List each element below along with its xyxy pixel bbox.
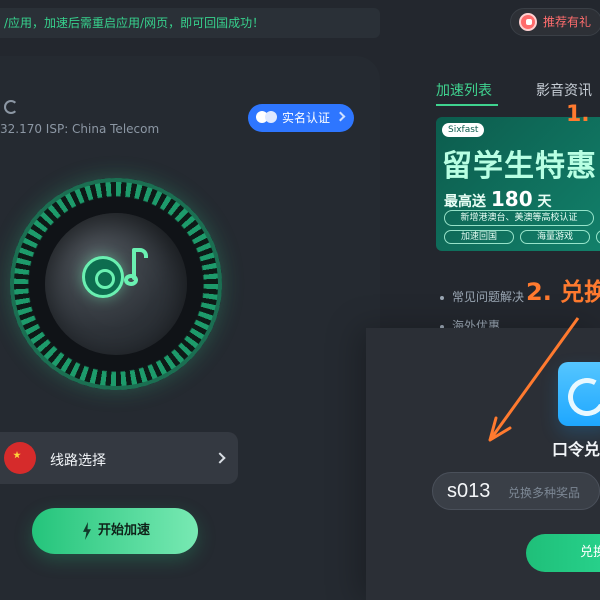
instruction-arrow — [488, 317, 580, 442]
bullet-icon — [440, 295, 444, 300]
instruction-step-1: 1. — [566, 102, 590, 127]
banner-pill-games: 海量游戏 — [520, 230, 590, 244]
referral-gift-label: 推荐有礼 — [543, 15, 592, 29]
referral-gift-button[interactable]: 推荐有礼 — [510, 8, 600, 36]
start-acceleration-button[interactable]: 开始加速 — [32, 508, 198, 554]
banner-title: 留学生特惠 — [442, 149, 597, 184]
app-window: /应用，加速后需重启应用/网页，即可回国成功！ 推荐有礼 32.170 ISP:… — [0, 0, 600, 600]
redeem-submit-label: 兑换 — [580, 545, 600, 560]
banner-sub-number: 180 — [490, 187, 533, 211]
real-name-verify-label: 实名认证 — [282, 111, 331, 125]
start-acceleration-label: 开始加速 — [98, 523, 151, 538]
banner-subtitle: 最高送 180 天 — [444, 187, 552, 211]
redeem-input-hint: 兑换多种奖品 — [508, 486, 581, 500]
right-tabs: 加速列表 影音资讯 — [436, 80, 600, 104]
notice-bar: /应用，加速后需重启应用/网页，即可回国成功！ — [0, 8, 380, 38]
real-name-verify-button[interactable]: 实名认证 — [248, 104, 354, 132]
music-note-icon — [124, 248, 150, 290]
banner-sub-prefix: 最高送 — [444, 194, 486, 210]
accelerator-disc[interactable] — [10, 178, 222, 390]
refresh-icon[interactable] — [4, 100, 18, 114]
china-flag-icon — [4, 442, 36, 474]
ip-isp-text: 32.170 ISP: China Telecom — [0, 122, 160, 136]
brand-badge: Sixfast — [442, 123, 485, 137]
banner-tag: 新增港澳台、美澳等高校认证 — [444, 210, 594, 226]
redeem-submit-button[interactable]: 兑换 — [526, 534, 600, 572]
film-reel-icon — [82, 256, 124, 298]
lightning-icon — [83, 522, 91, 540]
tab-media-news[interactable]: 影音资讯 — [536, 80, 592, 100]
banner-sub-suffix: 天 — [537, 194, 552, 210]
banner-pill-accelerate: 加速回国 — [444, 230, 514, 244]
active-tab-underline — [436, 104, 498, 106]
route-selector-label: 线路选择 — [50, 453, 106, 469]
chevron-right-icon — [335, 111, 346, 122]
verify-icon — [256, 111, 278, 125]
gift-icon — [519, 13, 537, 31]
tab-acceleration-list[interactable]: 加速列表 — [436, 80, 492, 100]
promo-banner[interactable]: Sixfast 留学生特惠 最高送 180 天 新增港澳台、美澳等高校认证 加速… — [436, 117, 600, 251]
banner-pill-more — [596, 230, 600, 244]
